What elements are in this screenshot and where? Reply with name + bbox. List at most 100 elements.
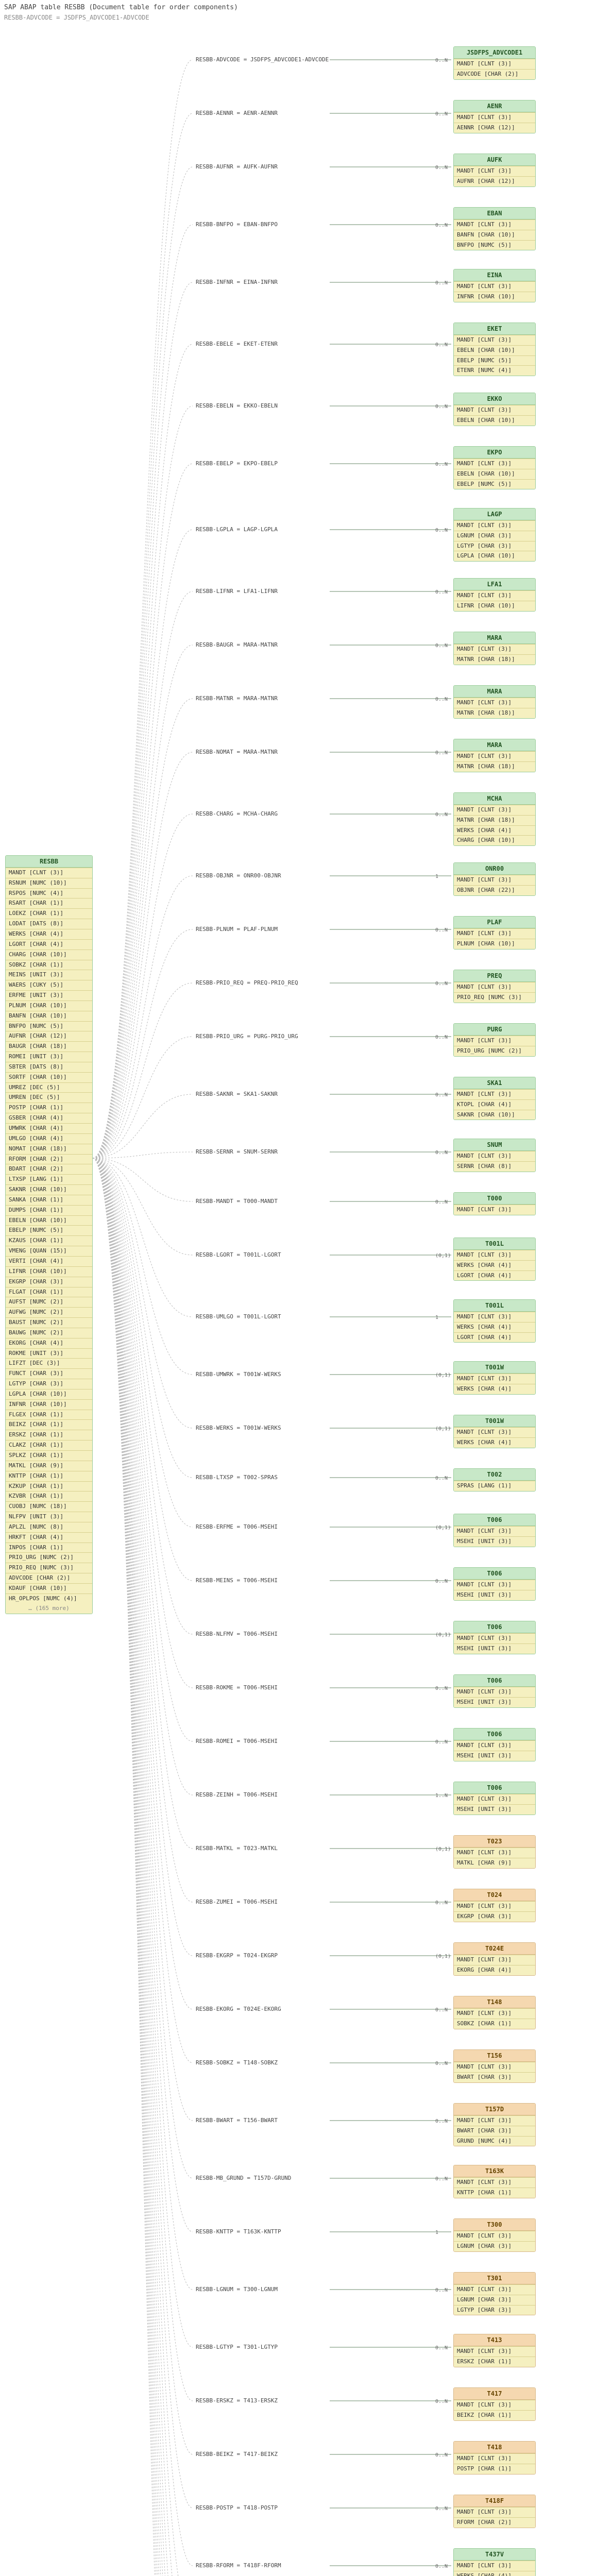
table-node-t006[interactable]: T006MANDT [CLNT (3)]MSEHI [UNIT (3)] <box>453 1514 536 1547</box>
field-label: PRIO_URG [NUMC (2)] <box>6 1553 92 1563</box>
cardinality-label: 0..N <box>435 2505 448 2513</box>
table-node-purg[interactable]: PURGMANDT [CLNT (3)]PRIO_URG [NUMC (2)] <box>453 1023 536 1057</box>
field-label: PLNUM [CHAR (10)] <box>454 939 535 949</box>
table-field: BANFN [CHAR (10)] <box>6 1011 92 1021</box>
table-node-t024[interactable]: T024MANDT [CLNT (3)]EKGRP [CHAR (3)] <box>453 1889 536 1922</box>
table-node-t023[interactable]: T023MANDT [CLNT (3)]MATKL [CHAR (9)] <box>453 1835 536 1869</box>
table-node-ska1[interactable]: SKA1MANDT [CLNT (3)]KTOPL [CHAR (4)]SAKN… <box>453 1077 536 1121</box>
table-header: T024 <box>454 1889 535 1901</box>
table-node-plaf[interactable]: PLAFMANDT [CLNT (3)]PLNUM [CHAR (10)] <box>453 916 536 950</box>
field-label: MANDT [CLNT (3)] <box>454 1374 535 1384</box>
table-node-lagp[interactable]: LAGPMANDT [CLNT (3)]LGNUM [CHAR (3)]LGTY… <box>453 508 536 562</box>
table-header: EKET <box>454 323 535 335</box>
table-node-jsdfps_advcode1[interactable]: JSDFPS_ADVCODE1MANDT [CLNT (3)]ADVCODE [… <box>453 46 536 80</box>
table-node-aufk[interactable]: AUFKMANDT [CLNT (3)]AUFNR [CHAR (12)] <box>453 154 536 187</box>
field-label: INPOS [CHAR (1)] <box>6 1543 92 1553</box>
table-node-t418[interactable]: T418MANDT [CLNT (3)]POSTP [CHAR (1)] <box>453 2441 536 2475</box>
field-label: MANDT [CLNT (3)] <box>454 1955 535 1965</box>
table-field: MANDT [CLNT (3)] <box>454 1687 535 1697</box>
table-field: KZKUP [CHAR (1)] <box>6 1481 92 1492</box>
table-node-t001l[interactable]: T001LMANDT [CLNT (3)]WERKS [CHAR (4)]LGO… <box>453 1238 536 1281</box>
table-node-eina[interactable]: EINAMANDT [CLNT (3)]INFNR [CHAR (10)] <box>453 269 536 302</box>
table-node-t418f[interactable]: T418FMANDT [CLNT (3)]RFORM [CHAR (2)] <box>453 2495 536 2528</box>
field-label: UMLGO [CHAR (4)] <box>6 1134 92 1144</box>
field-label: MANDT [CLNT (3)] <box>454 1090 535 1099</box>
table-header: T023 <box>454 1836 535 1848</box>
field-label: ETENR [NUMC (4)] <box>454 366 535 376</box>
table-node-aenr[interactable]: AENRMANDT [CLNT (3)]AENNR [CHAR (12)] <box>453 100 536 133</box>
field-label: MANDT [CLNT (3)] <box>454 875 535 885</box>
table-node-ekpo[interactable]: EKPOMANDT [CLNT (3)]EBELN [CHAR (10)]EBE… <box>453 446 536 490</box>
table-node-t006[interactable]: T006MANDT [CLNT (3)]MSEHI [UNIT (3)] <box>453 1567 536 1601</box>
table-node-t001w[interactable]: T001WMANDT [CLNT (3)]WERKS [CHAR (4)] <box>453 1361 536 1395</box>
table-field: MANDT [CLNT (3)] <box>454 1740 535 1751</box>
table-node-t417[interactable]: T417MANDT [CLNT (3)]BEIKZ [CHAR (1)] <box>453 2387 536 2421</box>
table-node-resbb[interactable]: RESBBMANDT [CLNT (3)]RSNUM [NUMC (10)]RS… <box>5 855 93 1614</box>
table-node-ekko[interactable]: EKKOMANDT [CLNT (3)]EBELN [CHAR (10)] <box>453 393 536 426</box>
table-field: HR_OPLPOS [NUMC (4)] <box>6 1594 92 1604</box>
table-node-eket[interactable]: EKETMANDT [CLNT (3)]EBELN [CHAR (10)]EBE… <box>453 323 536 377</box>
field-label: CHARG [CHAR (10)] <box>6 950 92 960</box>
table-node-t001w[interactable]: T001WMANDT [CLNT (3)]WERKS [CHAR (4)] <box>453 1415 536 1448</box>
table-node-mara[interactable]: MARAMANDT [CLNT (3)]MATNR [CHAR (18)] <box>453 685 536 719</box>
field-label: PRIO_URG [NUMC (2)] <box>454 1046 535 1056</box>
field-label: NLFPV [UNIT (3)] <box>6 1512 92 1522</box>
table-node-t006[interactable]: T006MANDT [CLNT (3)]MSEHI [UNIT (3)] <box>453 1728 536 1761</box>
table-node-eban[interactable]: EBANMANDT [CLNT (3)]BANFN [CHAR (10)]BNF… <box>453 207 536 251</box>
table-node-t148[interactable]: T148MANDT [CLNT (3)]SOBKZ [CHAR (1)] <box>453 1996 536 2029</box>
table-field: LIFNR [CHAR (10)] <box>454 601 535 611</box>
table-field: MANDT [CLNT (3)] <box>454 2400 535 2410</box>
table-node-lfa1[interactable]: LFA1MANDT [CLNT (3)]LIFNR [CHAR (10)] <box>453 578 536 612</box>
field-label: OBJNR [CHAR (22)] <box>454 886 535 895</box>
cardinality-label: (0,1) <box>435 1632 451 1639</box>
table-node-t301[interactable]: T301MANDT [CLNT (3)]LGNUM [CHAR (3)]LGTY… <box>453 2272 536 2316</box>
field-label: MANDT [CLNT (3)] <box>454 1527 535 1536</box>
field-label: MANDT [CLNT (3)] <box>454 2178 535 2188</box>
table-node-t300[interactable]: T300MANDT [CLNT (3)]LGNUM [CHAR (3)] <box>453 2218 536 2252</box>
table-node-preq[interactable]: PREQMANDT [CLNT (3)]PRIO_REQ [NUMC (3)] <box>453 970 536 1003</box>
table-node-t000[interactable]: T000MANDT [CLNT (3)] <box>453 1192 536 1215</box>
table-node-t413[interactable]: T413MANDT [CLNT (3)]ERSKZ [CHAR (1)] <box>453 2334 536 2367</box>
table-node-t163k[interactable]: T163KMANDT [CLNT (3)]KNTTP [CHAR (1)] <box>453 2165 536 2198</box>
field-label: RSPOS [NUMC (4)] <box>6 889 92 899</box>
table-node-t006[interactable]: T006MANDT [CLNT (3)]MSEHI [UNIT (3)] <box>453 1782 536 1815</box>
table-node-t006[interactable]: T006MANDT [CLNT (3)]MSEHI [UNIT (3)] <box>453 1674 536 1708</box>
cardinality-label: 1..N <box>435 1792 448 1800</box>
table-node-mcha[interactable]: MCHAMANDT [CLNT (3)]MATNR [CHAR (18)]WER… <box>453 792 536 846</box>
cardinality-label: 0..N <box>435 2060 448 2067</box>
table-header: T002 <box>454 1469 535 1481</box>
field-label: MANDT [CLNT (3)] <box>454 929 535 939</box>
table-node-mara[interactable]: MARAMANDT [CLNT (3)]MATNR [CHAR (18)] <box>453 632 536 665</box>
table-node-mara[interactable]: MARAMANDT [CLNT (3)]MATNR [CHAR (18)] <box>453 739 536 772</box>
cardinality-label: 0..N <box>435 1578 448 1585</box>
association-label: RESBB-EKORG = T024E-EKORG <box>196 2006 281 2013</box>
table-header: EBAN <box>454 208 535 219</box>
table-node-t157d[interactable]: T157DMANDT [CLNT (3)]BWART [CHAR (3)]GRU… <box>453 2103 536 2147</box>
cardinality-label: 0..N <box>435 642 448 650</box>
field-label: MSEHI [UNIT (3)] <box>454 1590 535 1600</box>
table-node-t024e[interactable]: T024EMANDT [CLNT (3)]EKORG [CHAR (4)] <box>453 1942 536 1976</box>
field-label: EKGRP [CHAR (3)] <box>6 1277 92 1287</box>
table-node-t006[interactable]: T006MANDT [CLNT (3)]MSEHI [UNIT (3)] <box>453 1621 536 1654</box>
association-label: RESBB-ROKME = T006-MSEHI <box>196 1684 278 1692</box>
cardinality-label: 0..N <box>435 811 448 819</box>
table-header: PLAF <box>454 917 535 928</box>
table-field: SAKNR [CHAR (10)] <box>454 1110 535 1120</box>
cardinality-label: 0..N <box>435 980 448 988</box>
table-header: PURG <box>454 1024 535 1036</box>
table-node-t437v[interactable]: T437VMANDT [CLNT (3)]WERKS [CHAR (4)]VER… <box>453 2548 536 2576</box>
cardinality-label: (0,1) <box>435 1252 451 1260</box>
table-field: MANDT [CLNT (3)] <box>454 335 535 345</box>
table-node-t001l[interactable]: T001LMANDT [CLNT (3)]WERKS [CHAR (4)]LGO… <box>453 1299 536 1343</box>
table-node-onr00[interactable]: ONR00MANDT [CLNT (3)]OBJNR [CHAR (22)] <box>453 862 536 896</box>
table-node-snum[interactable]: SNUMMANDT [CLNT (3)]SERNR [CHAR (8)] <box>453 1139 536 1172</box>
field-label: APLZL [NUMC (8)] <box>6 1522 92 1532</box>
table-node-t002[interactable]: T002SPRAS [LANG (1)] <box>453 1468 536 1492</box>
field-label: KDAUF [CHAR (10)] <box>6 1584 92 1594</box>
table-field: ETENR [NUMC (4)] <box>454 365 535 376</box>
table-field: MANDT [CLNT (3)] <box>454 982 535 992</box>
table-field: PRIO_REQ [NUMC (3)] <box>454 992 535 1003</box>
field-label: AENNR [CHAR (12)] <box>454 123 535 133</box>
table-node-t156[interactable]: T156MANDT [CLNT (3)]BWART [CHAR (3)] <box>453 2049 536 2083</box>
cardinality-label: 0..N <box>435 2452 448 2459</box>
